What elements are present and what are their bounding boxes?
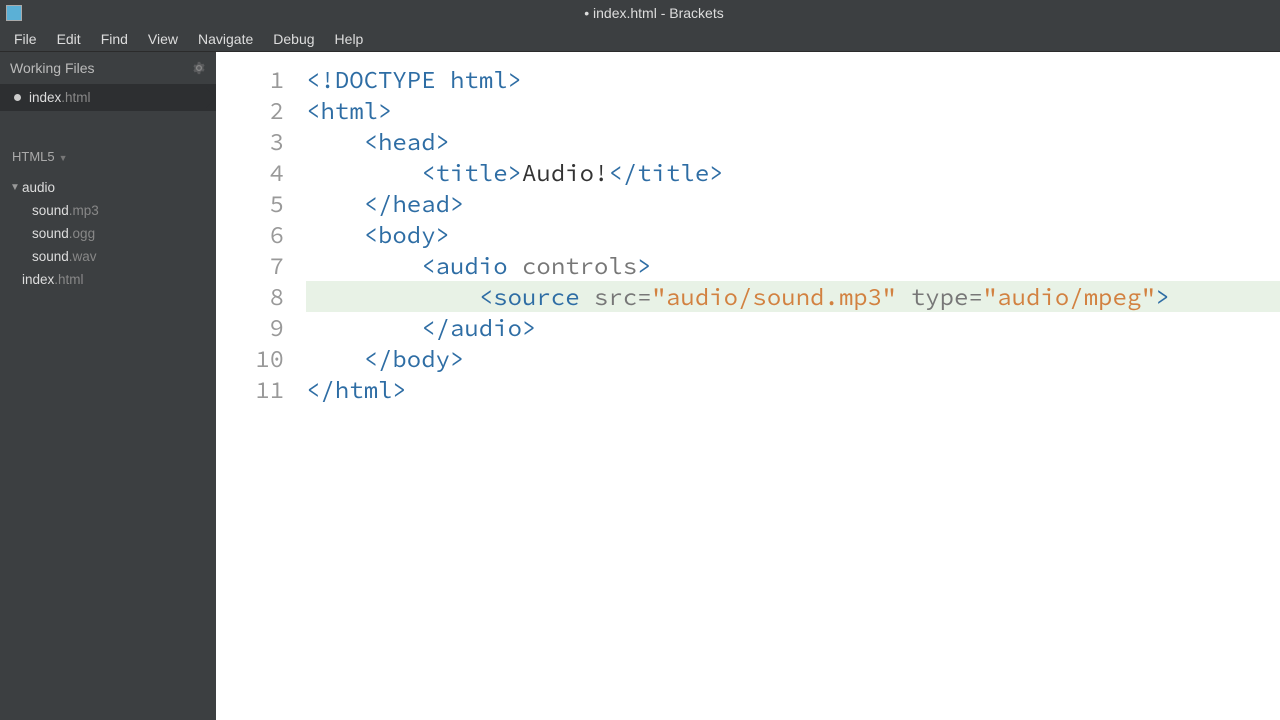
titlebar: • index.html - Brackets	[0, 0, 1280, 26]
working-files-header: Working Files	[0, 52, 216, 84]
window-title: • index.html - Brackets	[28, 5, 1280, 21]
code-line[interactable]: </body>	[306, 343, 1280, 374]
code-line[interactable]: </head>	[306, 188, 1280, 219]
code-editor[interactable]: 1234567891011 <!DOCTYPE html><html> <hea…	[216, 52, 1280, 720]
code-area[interactable]: <!DOCTYPE html><html> <head> <title>Audi…	[294, 52, 1280, 720]
caret-down-icon: ▼	[59, 153, 68, 163]
code-line[interactable]: <!DOCTYPE html>	[306, 64, 1280, 95]
line-number: 3	[216, 126, 284, 157]
menubar: File Edit Find View Navigate Debug Help	[0, 26, 1280, 52]
menu-edit[interactable]: Edit	[47, 28, 91, 50]
code-line[interactable]: </audio>	[306, 312, 1280, 343]
line-number: 1	[216, 64, 284, 95]
code-line[interactable]: </html>	[306, 374, 1280, 405]
file-tree: ▼ audio sound.mp3 sound.ogg sound.wav in…	[0, 174, 216, 293]
working-files-section: Working Files index.html	[0, 52, 216, 111]
dirty-indicator-icon	[14, 94, 21, 101]
gear-icon[interactable]	[192, 61, 206, 75]
line-number: 8	[216, 281, 284, 312]
tree-file[interactable]: sound.wav	[0, 245, 216, 268]
main-area: Working Files index.html HTML5▼ ▼ audio …	[0, 52, 1280, 720]
code-line[interactable]: <source src="audio/sound.mp3" type="audi…	[306, 281, 1280, 312]
tree-file[interactable]: sound.mp3	[0, 199, 216, 222]
line-number: 11	[216, 374, 284, 405]
line-number: 9	[216, 312, 284, 343]
line-gutter: 1234567891011	[216, 52, 294, 720]
menu-file[interactable]: File	[4, 28, 47, 50]
code-line[interactable]: <audio controls>	[306, 250, 1280, 281]
tree-file-index[interactable]: index.html	[0, 268, 216, 291]
line-number: 2	[216, 95, 284, 126]
code-line[interactable]: <body>	[306, 219, 1280, 250]
app-icon	[6, 5, 22, 21]
menu-help[interactable]: Help	[325, 28, 374, 50]
line-number: 6	[216, 219, 284, 250]
tree-file[interactable]: sound.ogg	[0, 222, 216, 245]
menu-navigate[interactable]: Navigate	[188, 28, 263, 50]
working-file-item[interactable]: index.html	[0, 84, 216, 111]
tree-folder-audio[interactable]: ▼ audio	[0, 176, 216, 199]
language-selector[interactable]: HTML5▼	[0, 139, 216, 174]
menu-view[interactable]: View	[138, 28, 188, 50]
chevron-down-icon: ▼	[10, 182, 22, 193]
code-line[interactable]: <title>Audio!</title>	[306, 157, 1280, 188]
line-number: 5	[216, 188, 284, 219]
line-number: 7	[216, 250, 284, 281]
line-number: 4	[216, 157, 284, 188]
sidebar: Working Files index.html HTML5▼ ▼ audio …	[0, 52, 216, 720]
working-file-name: index.html	[29, 90, 91, 105]
working-files-title: Working Files	[10, 60, 95, 76]
code-line[interactable]: <head>	[306, 126, 1280, 157]
line-number: 10	[216, 343, 284, 374]
menu-debug[interactable]: Debug	[263, 28, 324, 50]
code-line[interactable]: <html>	[306, 95, 1280, 126]
menu-find[interactable]: Find	[91, 28, 138, 50]
